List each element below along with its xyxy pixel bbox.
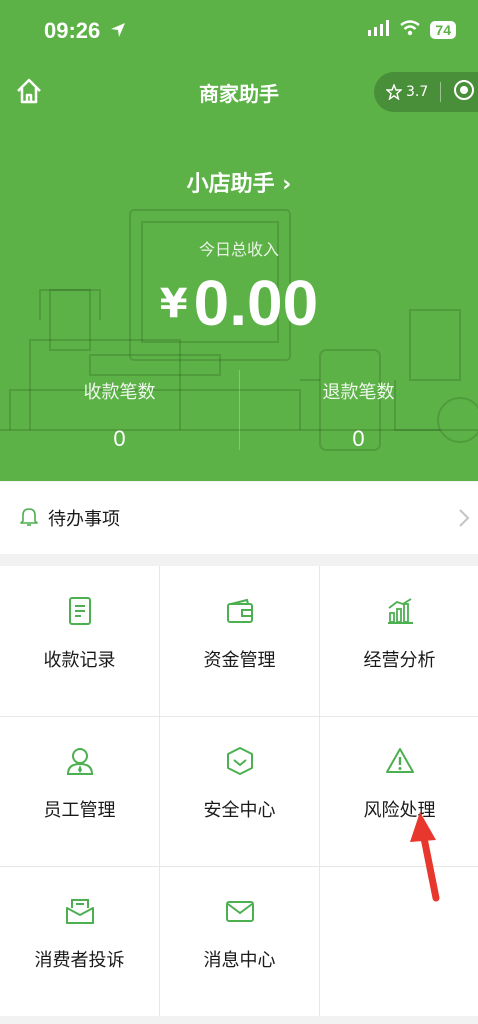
bar-chart-icon: [387, 598, 413, 624]
shop-selector[interactable]: 小店助手 ›: [0, 166, 478, 198]
menu-item-label: 风险处理: [363, 800, 436, 821]
warning-icon: [385, 748, 414, 773]
menu-item-consumer-complaints[interactable]: 消费者投诉: [0, 866, 159, 1016]
stat-refund-count[interactable]: 退款笔数 0: [239, 378, 478, 452]
rating-value: 3.7: [406, 84, 429, 100]
menu-item-message-center[interactable]: 消息中心: [160, 866, 319, 1016]
todo-row[interactable]: 待办事项: [0, 482, 478, 554]
capsule-divider: [440, 82, 442, 102]
stat-value: 0: [352, 426, 365, 451]
complaint-icon: [65, 899, 94, 924]
wallet-icon: [226, 598, 253, 623]
menu-item-label: 资金管理: [203, 650, 276, 671]
close-miniprogram-button[interactable]: [453, 79, 475, 105]
staff-icon: [66, 748, 93, 775]
todo-label: 待办事项: [48, 509, 120, 530]
currency-symbol: ¥: [159, 281, 188, 327]
menu-item-label: 员工管理: [43, 800, 116, 821]
status-time: 09:26: [44, 18, 101, 43]
menu-item-label: 收款记录: [43, 650, 116, 671]
menu-item-business-analysis[interactable]: 经营分析: [320, 566, 478, 716]
income-label: 今日总收入: [198, 240, 279, 259]
wifi-icon: [400, 20, 421, 40]
receipt-icon: [68, 597, 91, 625]
status-bar: 09:26 74: [0, 0, 478, 60]
menu-item-label: 经营分析: [363, 650, 436, 671]
menu-item-risk-handling[interactable]: 风险处理: [320, 716, 478, 866]
battery-level: 74: [430, 21, 456, 39]
bell-icon: [20, 506, 38, 530]
menu-item-security-center[interactable]: 安全中心: [160, 716, 319, 866]
income-amount: 0.00: [193, 267, 319, 339]
stat-payment-count[interactable]: 收款笔数 0: [0, 378, 239, 452]
menu-item-label: 安全中心: [203, 800, 276, 821]
target-icon: [454, 80, 475, 100]
menu-item-staff-management[interactable]: 员工管理: [0, 716, 159, 866]
stat-label: 收款笔数: [83, 382, 156, 403]
status-icons: 74: [368, 20, 456, 40]
chevron-right-icon: [458, 508, 470, 532]
star-icon: [386, 84, 402, 100]
rating-button[interactable]: 3.7: [386, 84, 428, 100]
header-banner: 09:26 74 商家助手 3.7 小店助手 › 今日总收入 ¥0.00 收款笔…: [0, 0, 478, 481]
income-value: ¥0.00: [0, 266, 478, 340]
function-grid: 收款记录 资金管理 经营分析 员工管理 安全中心 风险处理 消费者投诉 消息中心: [0, 566, 478, 1016]
menu-item-label: 消息中心: [203, 950, 276, 971]
stat-value: 0: [113, 426, 126, 451]
shield-icon: [226, 747, 253, 775]
location-arrow-icon: [110, 22, 126, 42]
menu-item-payment-records[interactable]: 收款记录: [0, 566, 159, 716]
menu-item-fund-management[interactable]: 资金管理: [160, 566, 319, 716]
signal-icon: [368, 20, 390, 40]
mail-icon: [225, 901, 254, 922]
menu-item-label: 消费者投诉: [34, 950, 125, 971]
stat-label: 退款笔数: [322, 382, 395, 403]
miniprogram-capsule: 3.7: [374, 72, 478, 112]
navigation-bar: 商家助手 3.7: [0, 70, 478, 114]
